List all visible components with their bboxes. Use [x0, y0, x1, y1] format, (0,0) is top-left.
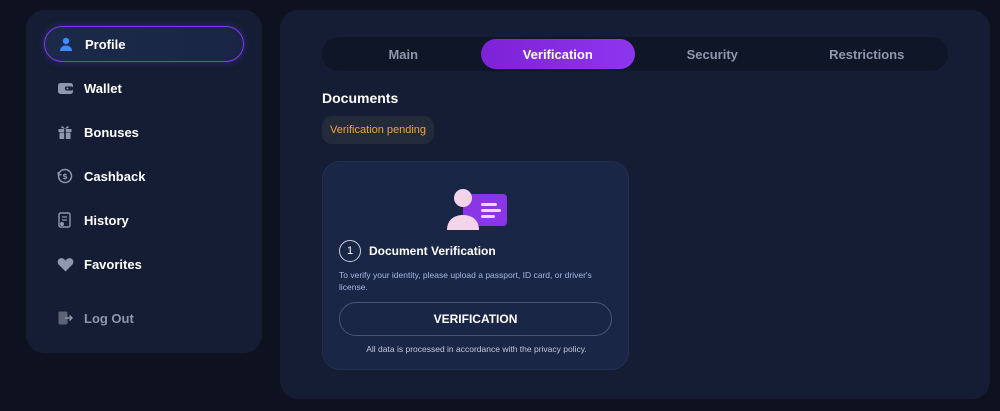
tab-main[interactable]: Main [326, 39, 481, 69]
tab-restrictions[interactable]: Restrictions [790, 39, 945, 69]
sidebar-item-label: Cashback [84, 168, 146, 184]
verification-button[interactable]: VERIFICATION [339, 302, 612, 336]
history-icon [56, 211, 74, 229]
sidebar-item-label: Profile [85, 36, 126, 52]
sidebar-item-label: Bonuses [84, 124, 139, 140]
cashback-icon: $ [56, 167, 74, 185]
sidebar-item-bonuses[interactable]: Bonuses [44, 114, 244, 150]
id-card-icon [445, 186, 509, 232]
card-description: To verify your identity, please upload a… [339, 270, 592, 292]
sidebar-item-favorites[interactable]: Favorites [44, 246, 244, 282]
logout-icon [56, 309, 74, 327]
heart-icon [56, 255, 74, 273]
sidebar-item-label: History [84, 212, 129, 228]
step-title: Document Verification [369, 244, 496, 258]
tab-bar: Main Verification Security Restrictions [322, 37, 948, 71]
gift-icon [56, 123, 74, 141]
step-row: 1 Document Verification [339, 240, 496, 262]
logout-button[interactable]: Log Out [44, 300, 244, 336]
sidebar-item-wallet[interactable]: Wallet [44, 70, 244, 106]
status-badge: Verification pending [322, 116, 435, 144]
user-icon [57, 35, 75, 53]
document-verification-card: 1 Document Verification To verify your i… [322, 161, 629, 370]
sidebar-item-cashback[interactable]: $ Cashback [44, 158, 244, 194]
privacy-note: All data is processed in accordance with… [366, 344, 587, 354]
tab-verification[interactable]: Verification [480, 39, 635, 69]
wallet-icon [56, 79, 74, 97]
sidebar-item-label: Favorites [84, 256, 142, 272]
svg-text:$: $ [62, 172, 68, 181]
tab-security[interactable]: Security [635, 39, 790, 69]
logout-label: Log Out [84, 310, 134, 326]
sidebar-item-profile[interactable]: Profile [44, 26, 244, 62]
sidebar-item-label: Wallet [84, 80, 122, 96]
step-number: 1 [339, 240, 361, 262]
section-title: Documents [322, 90, 399, 106]
sidebar: Profile Wallet Bonuses $ Cashback Histor… [26, 10, 262, 353]
sidebar-item-history[interactable]: History [44, 202, 244, 238]
main-panel: Main Verification Security Restrictions … [280, 10, 990, 399]
